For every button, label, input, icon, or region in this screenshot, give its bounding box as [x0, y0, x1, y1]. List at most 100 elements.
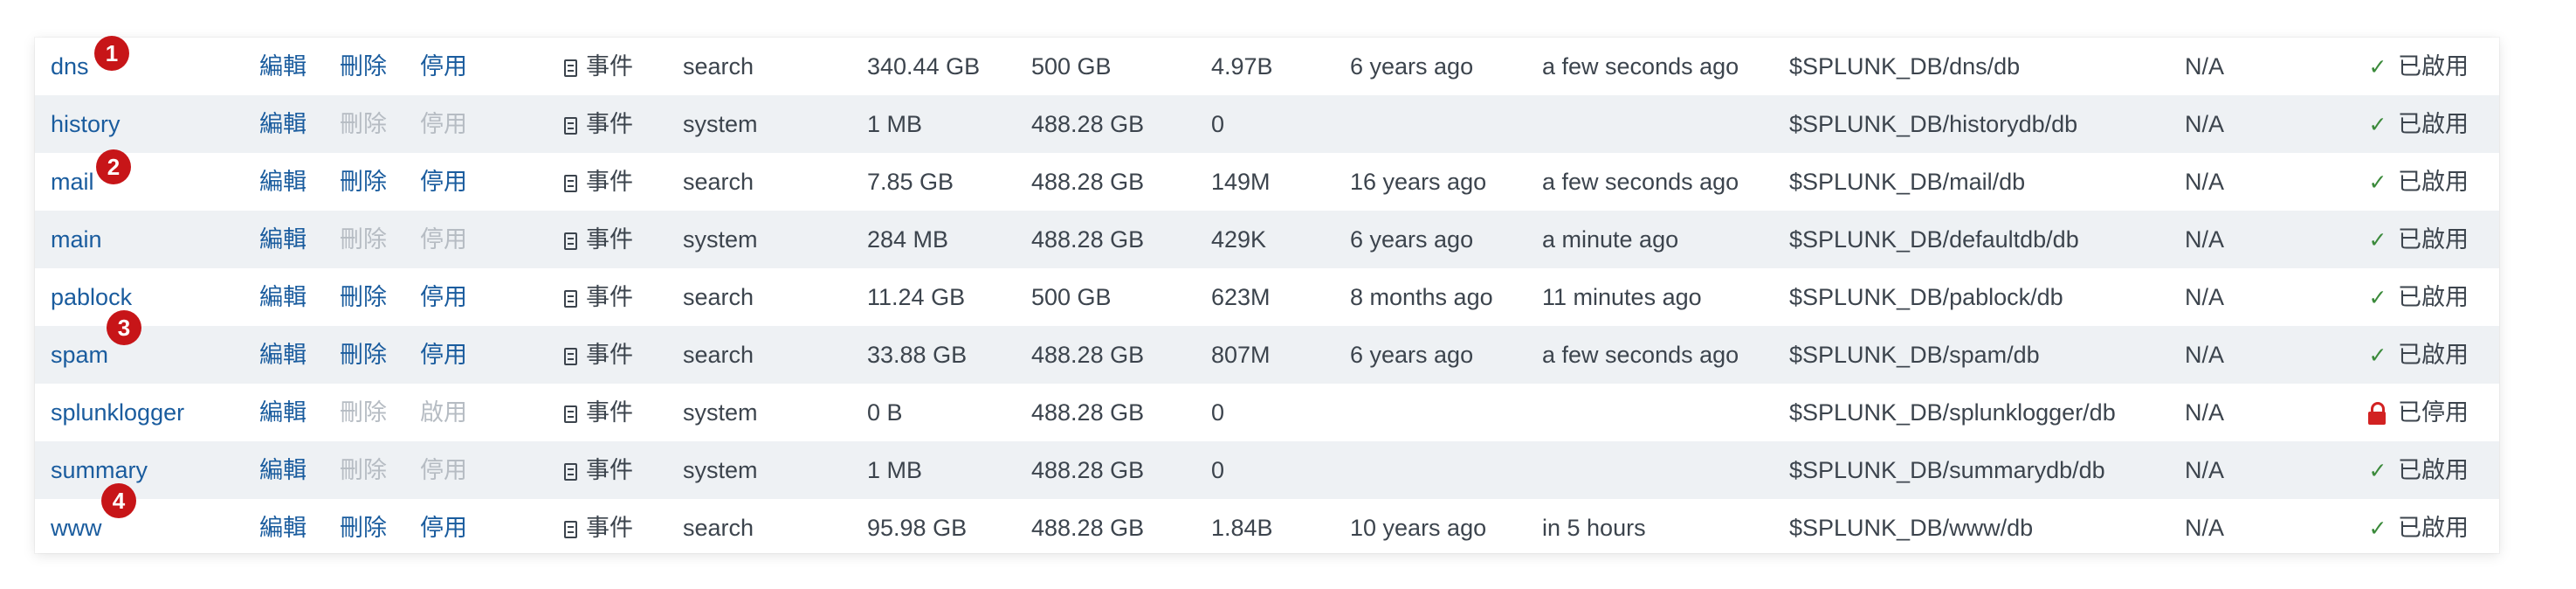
max-size: 488.28 GB: [1031, 111, 1145, 137]
current-size: 7.85 GB: [867, 169, 954, 195]
app-name: system: [683, 457, 758, 483]
index-name-link[interactable]: splunklogger: [51, 384, 184, 441]
delete-link[interactable]: 刪除: [340, 38, 387, 95]
status-text: 已停用: [2398, 399, 2469, 426]
index-name-link[interactable]: www: [51, 499, 102, 557]
home-path: $SPLUNK_DB/mail/db: [1789, 169, 2026, 195]
edit-link[interactable]: 編輯: [259, 95, 307, 153]
index-name-link[interactable]: main: [51, 211, 102, 268]
latest-event: a few seconds ago: [1542, 53, 1739, 80]
frozen-path: N/A: [2185, 515, 2225, 541]
event-count: 0: [1211, 111, 1225, 137]
document-icon: [564, 521, 577, 538]
edit-link[interactable]: 編輯: [259, 441, 307, 499]
events-label: 事件: [586, 399, 633, 426]
edit-link[interactable]: 編輯: [259, 211, 307, 268]
app-name: search: [683, 169, 754, 195]
status-text: 已啟用: [2398, 342, 2469, 368]
delete-link[interactable]: 刪除: [340, 326, 387, 384]
index-name-link[interactable]: history: [51, 95, 121, 153]
status-cell: ✓ 已啟用: [2368, 95, 2469, 153]
latest-event: 11 minutes ago: [1542, 284, 1702, 310]
events-link[interactable]: 事件: [564, 499, 633, 557]
frozen-path: N/A: [2185, 399, 2225, 426]
disable-link[interactable]: 停用: [420, 499, 467, 557]
index-name-link[interactable]: dns: [51, 38, 89, 95]
event-count: 1.84B: [1211, 515, 1273, 541]
status-text: 已啟用: [2398, 111, 2469, 137]
document-icon: [564, 290, 577, 308]
earliest-event: 16 years ago: [1350, 169, 1487, 195]
home-path: $SPLUNK_DB/historydb/db: [1789, 111, 2078, 137]
status-cell: 已停用: [2368, 384, 2469, 441]
delete-link[interactable]: 刪除: [340, 153, 387, 211]
delete-link[interactable]: 刪除: [340, 268, 387, 326]
home-path: $SPLUNK_DB/splunklogger/db: [1789, 399, 2116, 426]
checkmark-icon: ✓: [2368, 228, 2387, 253]
number-badge: 4: [101, 483, 136, 518]
home-path: $SPLUNK_DB/dns/db: [1789, 53, 2021, 80]
status-cell: ✓ 已啟用: [2368, 499, 2469, 557]
table-row: history 編輯 刪除 停用 事件 system 1 MB 488.28 G…: [35, 95, 2499, 153]
frozen-path: N/A: [2185, 111, 2225, 137]
table-row: pablock 編輯 刪除 停用 事件 search 11.24 GB 500 …: [35, 268, 2499, 326]
events-link[interactable]: 事件: [564, 153, 633, 211]
indexes-table: dns 1 編輯 刪除 停用 事件 search 340.44 GB 500 G…: [35, 36, 2499, 553]
events-link[interactable]: 事件: [564, 268, 633, 326]
number-badge: 1: [94, 36, 129, 71]
status-text: 已啟用: [2398, 284, 2469, 310]
earliest-event: 6 years ago: [1350, 53, 1474, 80]
events-link[interactable]: 事件: [564, 211, 633, 268]
status-cell: ✓ 已啟用: [2368, 38, 2469, 95]
disable-link[interactable]: 停用: [420, 38, 467, 95]
current-size: 11.24 GB: [867, 284, 966, 310]
event-count: 807M: [1211, 342, 1271, 368]
app-name: search: [683, 342, 754, 368]
checkmark-icon: ✓: [2368, 343, 2387, 368]
status-cell: ✓ 已啟用: [2368, 326, 2469, 384]
max-size: 488.28 GB: [1031, 169, 1145, 195]
disable-link[interactable]: 停用: [420, 326, 467, 384]
document-icon: [564, 175, 577, 192]
event-count: 0: [1211, 399, 1225, 426]
document-icon: [564, 117, 577, 135]
disable-link[interactable]: 停用: [420, 153, 467, 211]
status-cell: ✓ 已啟用: [2368, 211, 2469, 268]
delete-link: 刪除: [340, 457, 387, 483]
edit-link[interactable]: 編輯: [259, 38, 307, 95]
app-name: system: [683, 399, 758, 426]
earliest-event: 6 years ago: [1350, 342, 1474, 368]
edit-link[interactable]: 編輯: [259, 153, 307, 211]
status-text: 已啟用: [2398, 515, 2469, 541]
index-name-link[interactable]: mail: [51, 153, 94, 211]
frozen-path: N/A: [2185, 457, 2225, 483]
events-link[interactable]: 事件: [564, 38, 633, 95]
event-count: 429K: [1211, 226, 1267, 253]
index-name-link[interactable]: spam: [51, 326, 108, 384]
checkmark-icon: ✓: [2368, 170, 2387, 195]
checkmark-icon: ✓: [2368, 55, 2387, 80]
frozen-path: N/A: [2185, 53, 2225, 80]
enable-link: 啟用: [420, 399, 467, 426]
checkmark-icon: ✓: [2368, 459, 2387, 483]
edit-link[interactable]: 編輯: [259, 384, 307, 441]
latest-event: a few seconds ago: [1542, 169, 1739, 195]
events-link[interactable]: 事件: [564, 384, 633, 441]
delete-link[interactable]: 刪除: [340, 499, 387, 557]
document-icon: [564, 405, 577, 423]
edit-link[interactable]: 編輯: [259, 326, 307, 384]
app-name: search: [683, 515, 754, 541]
status-text: 已啟用: [2398, 457, 2469, 483]
earliest-event: 8 months ago: [1350, 284, 1493, 310]
disable-link[interactable]: 停用: [420, 268, 467, 326]
home-path: $SPLUNK_DB/defaultdb/db: [1789, 226, 2079, 253]
edit-link[interactable]: 編輯: [259, 499, 307, 557]
current-size: 1 MB: [867, 111, 923, 137]
events-link[interactable]: 事件: [564, 326, 633, 384]
events-label: 事件: [586, 111, 633, 137]
edit-link[interactable]: 編輯: [259, 268, 307, 326]
events-label: 事件: [586, 342, 633, 368]
events-link[interactable]: 事件: [564, 441, 633, 499]
number-badge: 2: [96, 149, 131, 184]
events-link[interactable]: 事件: [564, 95, 633, 153]
